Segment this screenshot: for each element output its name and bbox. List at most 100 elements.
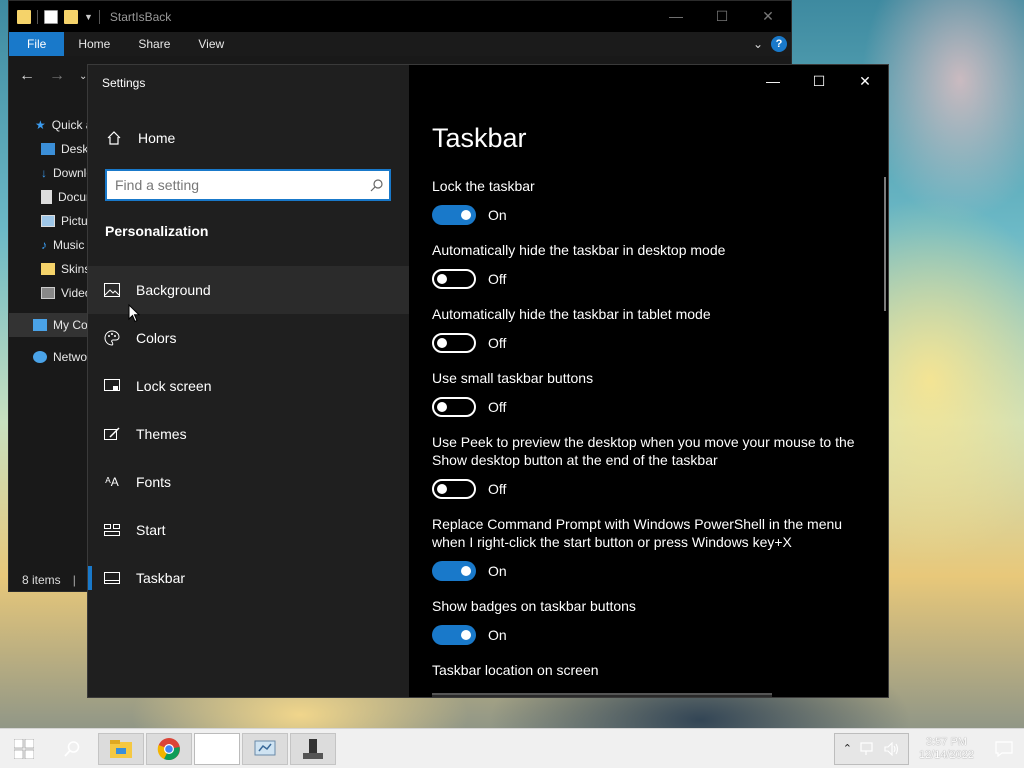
toggle-switch[interactable] <box>432 625 476 645</box>
taskbar-app-chrome[interactable] <box>146 732 192 765</box>
mouse-cursor-icon <box>128 304 140 323</box>
home-button[interactable]: Home <box>88 122 409 154</box>
clock[interactable]: 3:57 PM 12/14/2022 <box>909 736 984 762</box>
nav-label: Fonts <box>136 474 172 490</box>
tree-item-label: Pictures <box>61 214 89 228</box>
taskbar-settings-list: Lock the taskbar On Automatically hide t… <box>432 177 862 679</box>
tree-item-videos[interactable]: Videos <box>9 281 89 305</box>
tree-item-desktop[interactable]: Desktop <box>9 137 89 161</box>
toggle-switch[interactable] <box>432 479 476 499</box>
toggle-row: On <box>432 205 862 225</box>
tab-view[interactable]: View <box>184 32 238 56</box>
taskbar-location-label: Taskbar location on screen <box>432 662 599 678</box>
fonts-icon: ᴬA <box>105 475 119 489</box>
toggle-state: Off <box>488 481 507 497</box>
item-count: 8 items <box>22 573 61 587</box>
toggle-knob <box>461 210 471 220</box>
downloads-icon: ↓ <box>41 166 47 180</box>
star-icon: ★ <box>35 118 46 132</box>
nav-item-themes[interactable]: Themes <box>88 410 409 458</box>
volume-icon[interactable] <box>884 741 900 756</box>
show-hidden-icons-icon[interactable]: ⌃ <box>843 742 852 755</box>
settings-window: Settings Home Personalization Background <box>87 64 889 698</box>
settings-sidebar: Settings Home Personalization Background <box>88 65 409 697</box>
toggle-switch[interactable] <box>432 205 476 225</box>
toggle-switch[interactable] <box>432 269 476 289</box>
tree-item-pictures[interactable]: Pictures <box>9 209 89 233</box>
toggle-row: Off <box>432 269 862 289</box>
system-tray: ⌃ 3:57 PM 12/14/2022 <box>833 729 1024 768</box>
nav-label: Colors <box>136 330 177 346</box>
setting-small-buttons: Use small taskbar buttons Off <box>432 369 862 417</box>
tree-item-documents[interactable]: Documents <box>9 185 89 209</box>
lock-screen-icon <box>104 378 120 394</box>
toggle-knob <box>437 338 447 348</box>
explorer-titlebar: ▼ StartIsBack — ☐ ✕ <box>9 1 791 32</box>
nav-label: Taskbar <box>136 570 186 586</box>
minimize-button[interactable]: — <box>750 65 796 97</box>
close-button[interactable]: ✕ <box>842 65 888 97</box>
tab-file[interactable]: File <box>9 32 65 56</box>
search-box <box>105 169 391 201</box>
action-center-button[interactable] <box>984 729 1024 768</box>
help-icon[interactable]: ? <box>771 36 787 52</box>
maximize-button[interactable]: ☐ <box>699 8 745 25</box>
taskbar-app-control-panel[interactable] <box>242 732 288 765</box>
setting-label: Lock the taskbar <box>432 178 535 194</box>
scrollbar-thumb[interactable] <box>884 177 886 311</box>
taskbar: ⌃ 3:57 PM 12/14/2022 <box>0 728 1024 768</box>
videos-icon <box>41 287 55 299</box>
taskbar-location-dropdown[interactable] <box>432 693 772 697</box>
taskbar-app-program[interactable] <box>290 732 336 765</box>
toggle-row: On <box>432 625 862 645</box>
tree-item-label: Quick access <box>51 118 89 132</box>
tab-share[interactable]: Share <box>124 32 184 56</box>
palette-icon <box>104 330 120 346</box>
network-icon[interactable] <box>860 741 876 756</box>
tree-item-music[interactable]: ♪ Music <box>9 233 89 257</box>
toggle-switch[interactable] <box>432 333 476 353</box>
back-arrow-icon[interactable]: ← <box>19 67 35 85</box>
tree-item-network[interactable]: Network <box>9 345 89 369</box>
search-icon[interactable] <box>365 178 389 192</box>
start-button[interactable] <box>0 729 48 768</box>
taskbar-app-settings[interactable] <box>194 732 240 765</box>
toggle-state: On <box>488 627 507 643</box>
toggle-switch[interactable] <box>432 397 476 417</box>
toggle-state: Off <box>488 399 507 415</box>
setting-label: Use Peek to preview the desktop when you… <box>432 434 855 468</box>
taskbar-app-file-explorer[interactable] <box>98 732 144 765</box>
nav-item-start[interactable]: Start <box>88 506 409 554</box>
tab-home[interactable]: Home <box>64 32 124 56</box>
tree-item-downloads[interactable]: ↓ Downloads <box>9 161 89 185</box>
tree-item-quick-access[interactable]: ★ Quick access <box>9 113 89 137</box>
forward-arrow-icon[interactable]: → <box>49 67 65 85</box>
nav-item-fonts[interactable]: ᴬA Fonts <box>88 458 409 506</box>
minimize-button[interactable]: — <box>653 8 699 25</box>
tree-item-my-computer[interactable]: My Computer <box>9 313 89 337</box>
settings-content: — ☐ ✕ Taskbar Lock the taskbar On Automa… <box>409 65 888 697</box>
properties-icon[interactable] <box>44 9 58 24</box>
tree-item-label: Network <box>53 350 89 364</box>
home-icon <box>106 130 122 146</box>
expand-ribbon-icon[interactable]: ⌄ <box>753 37 763 51</box>
picture-icon <box>104 282 120 298</box>
toggle-switch[interactable] <box>432 561 476 581</box>
tree-item-label: Skins <box>61 262 89 276</box>
status-bar: 8 items | <box>9 569 89 591</box>
nav-item-taskbar[interactable]: Taskbar <box>88 554 409 602</box>
taskbar-icon <box>104 570 120 586</box>
navigation-tree: ★ Quick access Desktop ↓ Downloads Docum… <box>9 113 89 369</box>
music-icon: ♪ <box>41 238 47 252</box>
tree-item-skins[interactable]: Skins <box>9 257 89 281</box>
chevron-down-icon[interactable]: ▼ <box>84 12 93 22</box>
tree-item-label: Documents <box>58 190 89 204</box>
nav-item-lock-screen[interactable]: Lock screen <box>88 362 409 410</box>
taskbar-search-button[interactable] <box>48 729 96 768</box>
new-folder-icon[interactable] <box>64 9 78 24</box>
setting-label: Replace Command Prompt with Windows Powe… <box>432 516 843 550</box>
search-input[interactable] <box>107 171 365 199</box>
maximize-button[interactable]: ☐ <box>796 65 842 97</box>
setting-badges: Show badges on taskbar buttons On <box>432 597 862 645</box>
close-button[interactable]: ✕ <box>745 8 791 25</box>
